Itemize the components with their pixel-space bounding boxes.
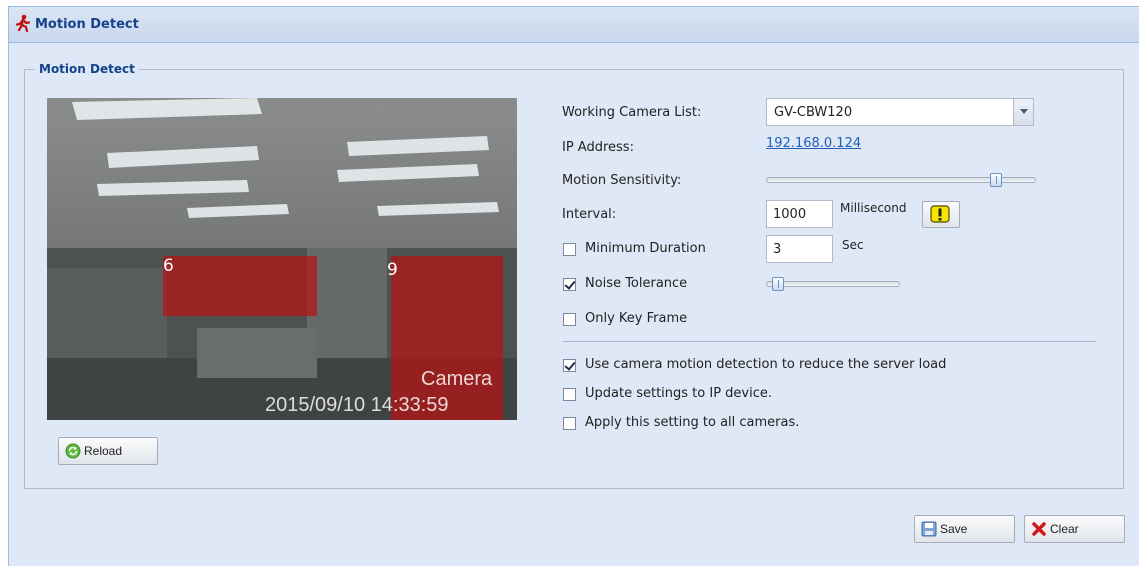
apply-all-checkbox[interactable] — [563, 417, 576, 430]
settings-divider — [563, 341, 1096, 342]
camera-list-value: GV-CBW120 — [774, 105, 853, 120]
min-duration-checkbox[interactable] — [563, 243, 576, 256]
interval-label: Interval: — [562, 207, 617, 222]
update-ip-label: Update settings to IP device. — [585, 386, 773, 401]
group-legend: Motion Detect — [39, 62, 135, 76]
camera-motion-checkbox[interactable] — [563, 359, 576, 372]
interval-warning-button[interactable] — [922, 201, 960, 228]
apply-all-label: Apply this setting to all cameras. — [585, 415, 800, 430]
noise-tolerance-checkbox[interactable] — [563, 278, 576, 291]
motion-sensitivity-label: Motion Sensitivity: — [562, 173, 682, 188]
camera-motion-label: Use camera motion detection to reduce th… — [585, 357, 947, 372]
min-duration-unit: Sec — [842, 238, 864, 252]
save-button-label: Save — [940, 522, 968, 536]
camera-overlay-text: Camera — [421, 368, 493, 390]
camera-list-select[interactable]: GV-CBW120 — [766, 98, 1034, 126]
reload-button-label: Reload — [84, 444, 123, 458]
camera-preview: 6 9 Camera 2015/09/10 14:33:59 — [47, 98, 517, 420]
slider-thumb[interactable] — [990, 173, 1002, 187]
exclamation-icon — [930, 205, 950, 223]
clear-button-label: Clear — [1050, 522, 1079, 536]
reload-button[interactable]: Reload — [58, 437, 158, 465]
ip-address-label: IP Address: — [562, 140, 634, 155]
ip-address-link[interactable]: 192.168.0.124 — [766, 136, 861, 151]
min-duration-label: Minimum Duration — [585, 241, 706, 256]
interval-input[interactable]: 1000 — [766, 200, 833, 228]
camera-timestamp: 2015/09/10 14:33:59 — [265, 394, 449, 416]
chevron-down-icon[interactable] — [1013, 99, 1033, 125]
save-button[interactable]: Save — [914, 515, 1015, 543]
min-duration-input[interactable]: 3 — [766, 235, 833, 263]
zone-label: 9 — [387, 260, 398, 280]
update-ip-checkbox[interactable] — [563, 388, 576, 401]
noise-tolerance-slider[interactable] — [766, 277, 900, 291]
window-title: Motion Detect — [35, 17, 139, 32]
floppy-disk-icon — [921, 521, 937, 537]
slider-thumb[interactable] — [772, 277, 784, 291]
window-titlebar: Motion Detect — [9, 7, 1139, 43]
motion-sensitivity-slider[interactable] — [766, 173, 1036, 187]
camera-list-label: Working Camera List: — [562, 105, 702, 120]
red-x-icon — [1032, 522, 1046, 536]
only-key-frame-label: Only Key Frame — [585, 311, 688, 326]
zone-label: 6 — [163, 256, 174, 276]
running-man-icon — [15, 14, 31, 32]
noise-tolerance-label: Noise Tolerance — [585, 276, 688, 291]
clear-button[interactable]: Clear — [1024, 515, 1125, 543]
refresh-icon — [65, 443, 81, 459]
interval-unit: Millisecond — [840, 201, 907, 215]
only-key-frame-checkbox[interactable] — [563, 313, 576, 326]
